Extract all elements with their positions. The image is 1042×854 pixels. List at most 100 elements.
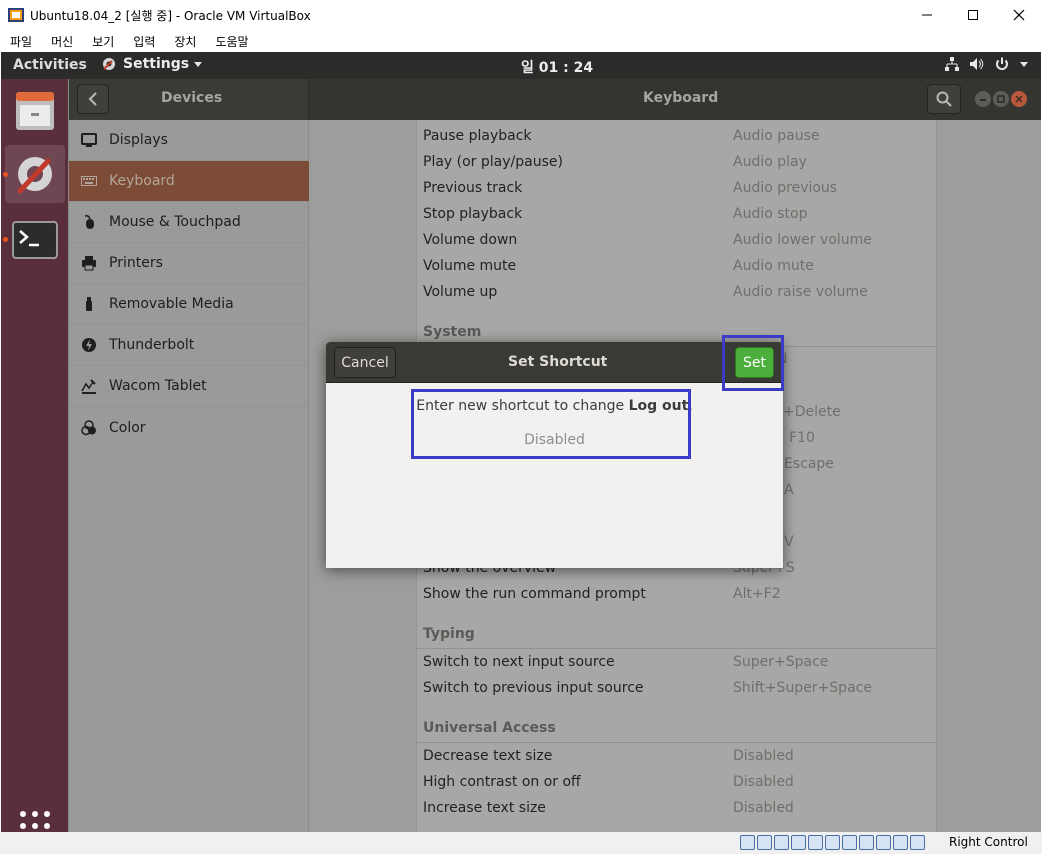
sidebar-header: Devices: [69, 79, 309, 120]
running-indicator: [3, 237, 8, 242]
close-button[interactable]: [1011, 91, 1027, 107]
usb-icon: [81, 296, 97, 312]
shortcut-row[interactable]: Volume mute Audio mute: [417, 254, 938, 280]
settings-headerbar: Devices Keyboard: [69, 79, 1041, 120]
dock-terminal[interactable]: [5, 211, 65, 269]
sidebar-item-color[interactable]: Color: [69, 407, 309, 448]
color-icon: [81, 419, 97, 436]
chevron-left-icon: [88, 92, 97, 106]
maximize-button[interactable]: [950, 0, 996, 30]
menu-machine[interactable]: 머신: [51, 33, 73, 50]
sidebar-item-thunderbolt[interactable]: Thunderbolt: [69, 325, 309, 366]
maximize-icon: [968, 10, 978, 20]
network-icon[interactable]: [791, 835, 806, 850]
section-header-universal-access: Universal Access: [423, 720, 556, 736]
menu-input[interactable]: 입력: [133, 33, 155, 50]
minimize-button[interactable]: [904, 0, 950, 30]
dock: [1, 79, 68, 832]
clock[interactable]: 일 01 : 24: [521, 57, 593, 77]
maximize-button[interactable]: [993, 91, 1009, 107]
sidebar-item-label: Thunderbolt: [109, 337, 195, 353]
menu-help[interactable]: 도움말: [215, 33, 248, 50]
sidebar-item-wacom-tablet[interactable]: Wacom Tablet: [69, 366, 309, 407]
search-button[interactable]: [927, 84, 961, 114]
virtualbox-statusbar: Right Control: [0, 832, 1042, 854]
terminal-icon: [12, 221, 58, 259]
display-icon[interactable]: [842, 835, 857, 850]
dialog-headerbar: Cancel Set Shortcut Set: [326, 342, 783, 383]
shortcut-row[interactable]: Show the run command prompt Alt+F2: [417, 582, 938, 608]
show-applications-icon[interactable]: [19, 810, 51, 832]
shortcut-row[interactable]: Decrease text size Disabled: [417, 744, 938, 770]
minimize-button[interactable]: [975, 91, 991, 107]
audio-icon[interactable]: [774, 835, 789, 850]
dock-settings[interactable]: [5, 145, 65, 203]
menu-view[interactable]: 보기: [92, 33, 114, 50]
shared-folder-icon[interactable]: [825, 835, 840, 850]
menu-file[interactable]: 파일: [10, 33, 32, 50]
sidebar-item-mouse-touchpad[interactable]: Mouse & Touchpad: [69, 202, 309, 243]
sidebar-item-printers[interactable]: Printers: [69, 243, 309, 284]
close-icon: [1015, 95, 1023, 103]
shortcut-row[interactable]: Pause playback Audio pause: [417, 124, 938, 150]
highlight-box-message: [411, 389, 691, 459]
caret-down-icon: [1020, 62, 1028, 67]
hard-disk-icon[interactable]: [740, 835, 755, 850]
device-status-icons: [740, 835, 925, 850]
cancel-button[interactable]: Cancel: [334, 347, 396, 378]
menu-devices[interactable]: 장치: [174, 33, 196, 50]
shortcut-row[interactable]: High contrast on or off Disabled: [417, 770, 938, 796]
sidebar-item-label: Keyboard: [109, 173, 175, 189]
display-icon: [81, 132, 97, 148]
virtualbox-icon: [8, 8, 24, 22]
app-menu[interactable]: Settings: [101, 56, 203, 72]
sidebar-item-label: Color: [109, 419, 146, 436]
gnome-topbar: Activities Settings 일 01 : 24: [1, 52, 1041, 79]
close-button[interactable]: [996, 0, 1042, 30]
dock-files[interactable]: [5, 82, 65, 140]
running-indicator: [3, 172, 8, 177]
sidebar-item-label: Removable Media: [109, 296, 234, 312]
mouse-integration-icon[interactable]: [893, 835, 908, 850]
system-tray[interactable]: [944, 56, 1029, 72]
shortcut-row[interactable]: Increase text size Disabled: [417, 796, 938, 822]
shortcut-row[interactable]: Volume down Audio lower volume: [417, 228, 938, 254]
recording-icon[interactable]: [859, 835, 874, 850]
shortcut-row[interactable]: Previous track Audio previous: [417, 176, 938, 202]
search-icon: [936, 91, 952, 107]
settings-gear-icon: [103, 58, 115, 70]
tablet-icon: [81, 378, 97, 394]
divider: [417, 648, 938, 649]
file-cabinet-icon: [16, 92, 54, 130]
activities-button[interactable]: Activities: [13, 57, 87, 73]
keyboard-icon: [81, 173, 97, 189]
shortcut-row[interactable]: Switch to previous input source Shift+Sup…: [417, 676, 938, 702]
optical-drive-icon[interactable]: [757, 835, 772, 850]
sidebar-item-label: Wacom Tablet: [109, 378, 207, 394]
shortcut-row[interactable]: Play (or play/pause) Audio play: [417, 150, 938, 176]
window-controls: [975, 91, 1027, 107]
keyboard-capture-icon[interactable]: [910, 835, 925, 850]
page-title: Keyboard: [643, 90, 719, 106]
section-header-system: System: [423, 324, 482, 340]
shortcut-row[interactable]: Switch to next input source Super+Space: [417, 650, 938, 676]
volume-icon: [970, 58, 984, 70]
close-icon: [1013, 9, 1025, 21]
usb-icon[interactable]: [808, 835, 823, 850]
sidebar-item-removable-media[interactable]: Removable Media: [69, 284, 309, 325]
sidebar-item-displays[interactable]: Displays: [69, 120, 309, 161]
cpu-icon[interactable]: [876, 835, 891, 850]
sidebar-item-label: Mouse & Touchpad: [109, 214, 241, 230]
sidebar-item-keyboard[interactable]: Keyboard: [69, 161, 309, 202]
minimize-icon: [922, 14, 932, 16]
shortcut-row[interactable]: Volume up Audio raise volume: [417, 280, 938, 306]
divider: [417, 742, 938, 743]
thunderbolt-icon: [81, 337, 97, 353]
dialog-title: Set Shortcut: [508, 354, 608, 370]
host-window-title: Ubuntu18.04_2 [실행 중] - Oracle VM Virtual…: [30, 9, 311, 23]
back-button[interactable]: [77, 84, 109, 114]
host-titlebar: Ubuntu18.04_2 [실행 중] - Oracle VM Virtual…: [0, 0, 1042, 30]
highlight-box-set: [722, 335, 784, 391]
shortcut-row[interactable]: Stop playback Audio stop: [417, 202, 938, 228]
sidebar-item-label: Displays: [109, 132, 168, 148]
